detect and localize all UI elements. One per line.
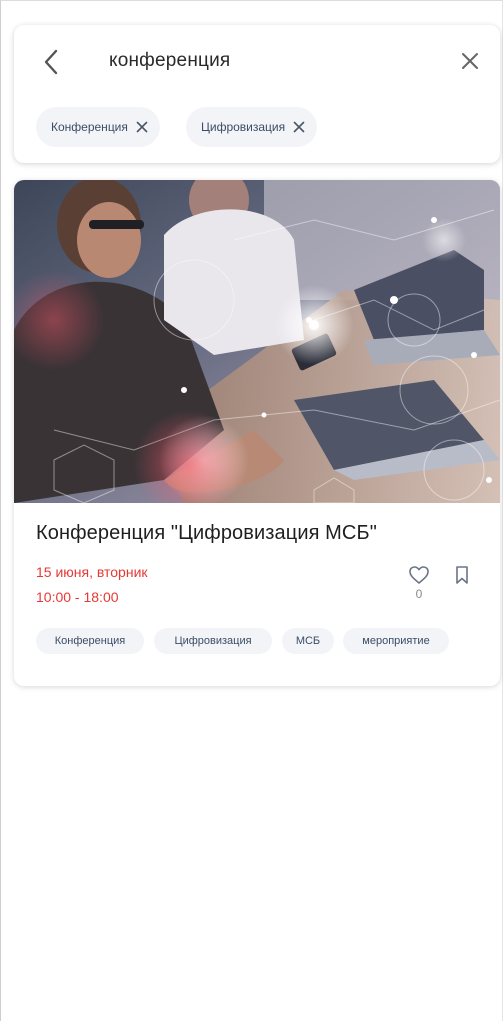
close-icon	[462, 53, 478, 69]
event-time: 10:00 - 18:00	[36, 589, 119, 605]
search-panel: конференция Конференция Цифровизация	[14, 25, 500, 163]
back-button[interactable]	[36, 45, 66, 79]
clear-search-button[interactable]	[456, 47, 484, 75]
filter-chip-label: Цифровизация	[201, 120, 286, 134]
event-tag[interactable]: Конференция	[36, 628, 144, 654]
app-screen: конференция Конференция Цифровизация Кон…	[0, 0, 503, 1021]
event-title[interactable]: Конференция "Цифровизация МСБ"	[36, 522, 377, 545]
like-count: 0	[415, 587, 423, 601]
remove-filter-button[interactable]	[293, 121, 305, 133]
event-tag[interactable]: Цифровизация	[154, 628, 272, 654]
bookmark-button[interactable]	[454, 565, 470, 585]
filter-chip-label: Конференция	[51, 120, 128, 134]
chevron-left-icon	[44, 49, 58, 75]
event-card[interactable]: Конференция "Цифровизация МСБ" 15 июня, …	[14, 180, 500, 686]
filter-chip-tsifrovizatsiya[interactable]: Цифровизация	[186, 107, 318, 147]
filter-chip-konferentsiya[interactable]: Конференция	[36, 107, 160, 147]
like-button[interactable]	[408, 565, 430, 585]
event-cover-image	[14, 180, 500, 503]
close-icon	[293, 121, 305, 133]
remove-filter-button[interactable]	[136, 121, 148, 133]
event-tag[interactable]: мероприятие	[343, 628, 449, 654]
close-icon	[136, 121, 148, 133]
bookmark-icon	[456, 566, 468, 584]
event-tag[interactable]: МСБ	[282, 628, 334, 654]
search-input[interactable]: конференция	[109, 50, 230, 72]
heart-icon	[409, 566, 429, 584]
event-date: 15 июня, вторник	[36, 564, 148, 580]
